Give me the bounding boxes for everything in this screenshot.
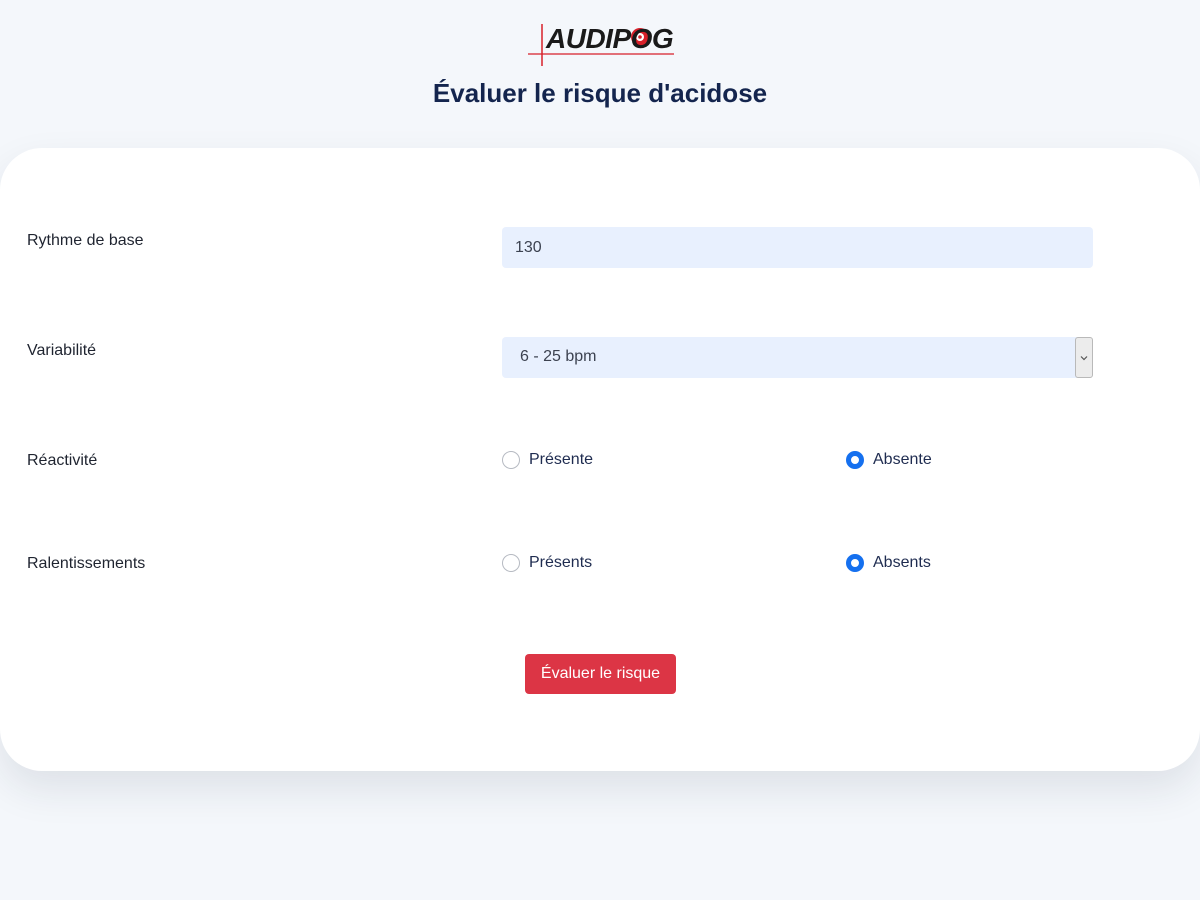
reactivite-option-absente[interactable]: Absente [846, 450, 932, 470]
evaluate-risk-button[interactable]: Évaluer le risque [525, 654, 676, 694]
rythme-label: Rythme de base [27, 232, 144, 249]
page-header: AUDIPOG Évaluer le risque d'acidose [0, 0, 1200, 148]
radio-absente[interactable] [846, 451, 864, 469]
radio-presents[interactable] [502, 554, 520, 572]
radio-presente[interactable] [502, 451, 520, 469]
radio-label-presente: Présente [529, 451, 594, 468]
radio-absents[interactable] [846, 554, 864, 572]
reactivite-option-presente[interactable]: Présente [502, 450, 593, 470]
logo-text: AUDIPOG [546, 23, 674, 54]
audipog-logo: AUDIPOG [528, 22, 678, 68]
page-title: Évaluer le risque d'acidose [432, 78, 768, 108]
ralentissements-label: Ralentissements [27, 555, 146, 572]
chevron-down-icon[interactable] [1075, 337, 1093, 378]
radio-label-absente: Absente [873, 451, 932, 468]
radio-label-presents: Présents [529, 554, 593, 571]
variabilite-select[interactable]: 6 - 25 bpm [502, 337, 1093, 378]
ralentissements-option-absents[interactable]: Absents [846, 553, 931, 573]
radio-label-absents: Absents [873, 554, 931, 571]
rythme-input[interactable] [502, 227, 1093, 268]
reactivite-label: Réactivité [27, 452, 98, 469]
ralentissements-option-presents[interactable]: Présents [502, 553, 592, 573]
risk-form-card: Rythme de base Variabilité 6 - 25 bpm Ré… [0, 148, 1200, 771]
variabilite-label: Variabilité [27, 342, 97, 359]
variabilite-selected-value: 6 - 25 bpm [520, 348, 597, 365]
